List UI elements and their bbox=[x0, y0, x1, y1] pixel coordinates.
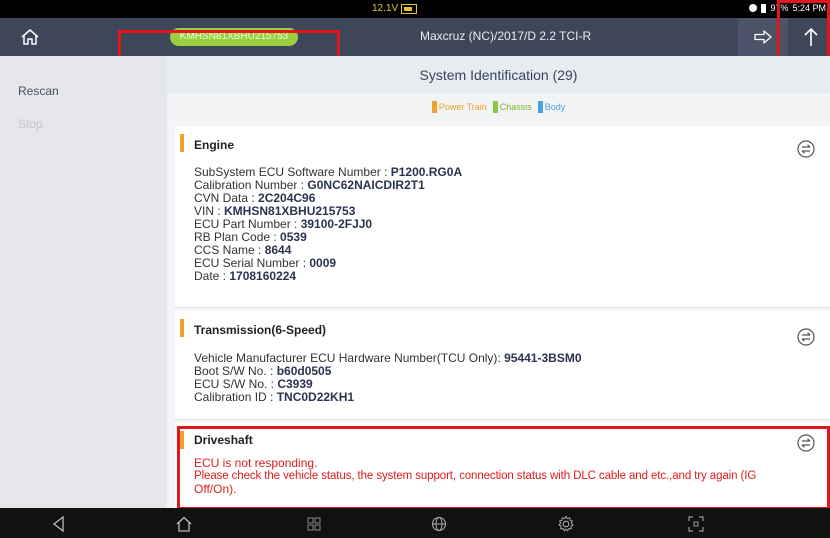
vehicle-title: Maxcruz (NC)/2017/D 2.2 TCI-R bbox=[420, 29, 592, 43]
legend-chassis: Chassis bbox=[492, 101, 532, 113]
engine-card: Engine SubSystem ECU Software Number : P… bbox=[175, 126, 830, 308]
notification-dot-icon bbox=[749, 4, 758, 12]
android-nav-bar bbox=[0, 508, 830, 538]
arrow-right-icon bbox=[754, 30, 772, 44]
legend-body: Body bbox=[537, 101, 566, 113]
engine-row: Date : 1708160224 bbox=[194, 269, 297, 283]
legend-label: Power Train bbox=[438, 102, 487, 112]
legend-label: Body bbox=[544, 102, 566, 112]
home-button[interactable] bbox=[0, 18, 60, 56]
status-bar: 12.1V 97% 5:24 PM bbox=[0, 0, 830, 18]
legend-swatch bbox=[492, 101, 498, 113]
page-title: System Identification (29) bbox=[167, 56, 830, 94]
back-icon[interactable] bbox=[50, 515, 68, 533]
transmission-title: Transmission(6-Speed) bbox=[194, 323, 327, 337]
engine-title: Engine bbox=[194, 138, 235, 152]
rescan-button[interactable]: Rescan bbox=[18, 84, 59, 98]
battery-icon bbox=[761, 3, 767, 13]
voltage-value: 12.1V bbox=[372, 3, 399, 14]
settings-gear-icon[interactable] bbox=[557, 515, 575, 533]
home-icon[interactable] bbox=[175, 515, 193, 533]
legend-swatch bbox=[537, 101, 543, 113]
driveshaft-highlight-box bbox=[177, 426, 830, 510]
legend-label: Chassis bbox=[499, 102, 532, 112]
power-train-marker bbox=[180, 134, 184, 152]
sidebar: Rescan Stop bbox=[0, 56, 167, 508]
system-legend: Power Train Chassis Body bbox=[167, 94, 830, 120]
transmission-row: Calibration ID : TNC0D22KH1 bbox=[194, 390, 355, 404]
swap-icon[interactable] bbox=[796, 139, 816, 159]
legend-swatch bbox=[431, 101, 437, 113]
car-battery-icon bbox=[401, 3, 418, 14]
screenshot-capture-icon[interactable] bbox=[687, 515, 705, 533]
apps-grid-icon[interactable] bbox=[305, 515, 323, 533]
transmission-card: Transmission(6-Speed) Vehicle Manufactur… bbox=[175, 311, 830, 420]
transmission-details: Vehicle Manufacturer ECU Hardware Number… bbox=[194, 352, 582, 404]
legend-power-train: Power Train bbox=[431, 101, 487, 113]
swap-icon[interactable] bbox=[796, 327, 816, 347]
home-icon bbox=[21, 29, 39, 45]
power-train-marker bbox=[180, 319, 184, 337]
globe-icon[interactable] bbox=[430, 515, 448, 533]
voltage-indicator: 12.1V bbox=[372, 3, 418, 14]
engine-details: SubSystem ECU Software Number : P1200.RG… bbox=[194, 166, 462, 283]
stop-button[interactable]: Stop bbox=[18, 117, 43, 131]
